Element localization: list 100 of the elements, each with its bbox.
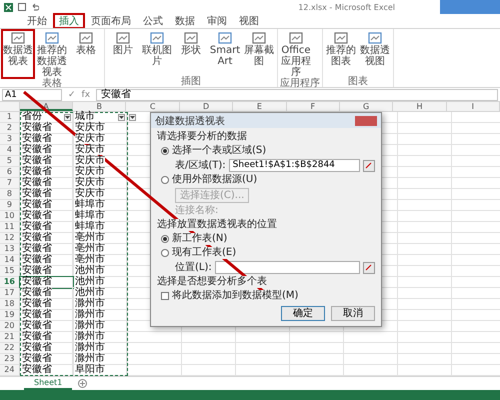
column-header[interactable]: B: [73, 102, 126, 111]
table-cell: 安徽省: [20, 255, 74, 266]
table-cell: 滁州市: [73, 343, 127, 354]
group-label: 图表: [347, 76, 369, 87]
table-cell: 省份: [20, 112, 74, 123]
column-header[interactable]: D: [180, 102, 234, 111]
table-cell: 滁州市: [73, 332, 127, 343]
table-cell: 滁州市: [73, 321, 127, 332]
ribbon-button[interactable]: 推荐的图表: [325, 30, 357, 76]
row-header[interactable]: 10: [0, 211, 20, 222]
table-cell: 安徽省: [20, 288, 74, 299]
table-cell: 安徽省: [20, 123, 74, 134]
table-cell: 安庆市: [73, 167, 127, 178]
ribbon-button[interactable]: 数据透视图: [359, 30, 391, 76]
table-cell: 滁州市: [73, 299, 127, 310]
table-cell: 安徽省: [20, 145, 74, 156]
column-header[interactable]: G: [340, 102, 394, 111]
row-header[interactable]: 14: [0, 255, 20, 266]
radio-label: 新工作表(N): [172, 233, 228, 245]
table-cell: 安徽省: [20, 332, 74, 343]
table-cell: 池州市: [73, 266, 127, 277]
row-header[interactable]: 4: [0, 145, 20, 156]
table-cell: 安徽省: [20, 310, 74, 321]
table-cell: 安徽省: [20, 200, 74, 211]
ribbon-button[interactable]: 推荐的数据透视表: [36, 30, 68, 78]
ribbon-button[interactable]: 图片: [107, 30, 139, 76]
table-cell: 安庆市: [73, 156, 127, 167]
sheet-tab[interactable]: Sheet1: [24, 377, 72, 390]
ribbon-button[interactable]: 表格: [70, 30, 102, 78]
field-label: 表/区域(T):: [175, 160, 226, 172]
table-cell: 安徽省: [20, 167, 74, 178]
row-header[interactable]: 19: [0, 310, 20, 321]
group-label: 应用程序: [280, 78, 320, 89]
name-box[interactable]: A1: [2, 88, 62, 100]
row-header[interactable]: 20: [0, 321, 20, 332]
table-cell: 池州市: [73, 288, 127, 299]
column-header[interactable]: E: [233, 102, 287, 111]
table-cell: 安徽省: [20, 354, 74, 365]
row-header[interactable]: 9: [0, 200, 20, 211]
field-label: 位置(L):: [175, 262, 212, 274]
row-header[interactable]: 17: [0, 288, 20, 299]
table-cell: 安徽省: [20, 156, 74, 167]
table-cell: 安徽省: [20, 233, 74, 244]
row-header[interactable]: 12: [0, 233, 20, 244]
ribbon-button[interactable]: 数据透视表: [2, 30, 34, 78]
table-cell: 安徽省: [20, 244, 74, 255]
insert-function-button[interactable]: fx: [82, 90, 90, 100]
table-cell: 亳州市: [73, 255, 127, 266]
radio-label: 使用外部数据源(U): [172, 174, 258, 186]
row-header[interactable]: 5: [0, 156, 20, 167]
confirm-button[interactable]: ✓: [68, 90, 76, 100]
row-header[interactable]: 18: [0, 299, 20, 310]
table-cell: 安徽省: [20, 343, 74, 354]
column-header[interactable]: C: [126, 102, 180, 111]
group-label: 插图: [180, 76, 202, 87]
column-header[interactable]: F: [286, 102, 340, 111]
ribbon-button[interactable]: Office应用程序: [280, 30, 312, 78]
ribbon-button[interactable]: 联机图片: [141, 30, 173, 76]
section-label: 选择放置数据透视表的位置: [157, 219, 277, 231]
row-header[interactable]: 13: [0, 244, 20, 255]
table-cell: 安徽省: [20, 189, 74, 200]
row-header[interactable]: 24: [0, 365, 20, 376]
row-header[interactable]: 22: [0, 343, 20, 354]
column-header[interactable]: I: [446, 102, 500, 111]
ok-button[interactable]: 确定: [281, 306, 325, 321]
ribbon-button[interactable]: 屏幕截图: [243, 30, 275, 76]
table-cell: 安徽省: [20, 134, 74, 145]
table-cell: 亳州市: [73, 244, 127, 255]
connection-name-label: 连接名称:: [174, 205, 220, 217]
table-cell: 安徽省: [20, 321, 74, 332]
row-header[interactable]: 21: [0, 332, 20, 343]
radio-label: 现有工作表(E): [172, 247, 236, 259]
row-header[interactable]: 2: [0, 123, 20, 134]
table-cell: 安徽省: [20, 277, 74, 288]
ribbon-tab[interactable]: 插入: [54, 14, 84, 28]
row-header[interactable]: 7: [0, 178, 20, 189]
radio-label: 选择一个表或区域(S): [172, 145, 266, 157]
row-header[interactable]: 6: [0, 167, 20, 178]
table-cell: 蚌埠市: [73, 222, 127, 233]
column-header[interactable]: H: [393, 102, 447, 111]
table-cell: 蚌埠市: [73, 211, 127, 222]
row-header[interactable]: 3: [0, 134, 20, 145]
row-header[interactable]: 23: [0, 354, 20, 365]
group-label: 表格: [41, 78, 63, 89]
row-header[interactable]: 1: [0, 112, 20, 123]
table-cell: 安徽省: [20, 365, 74, 376]
ribbon-button[interactable]: SmartArt: [209, 30, 241, 76]
row-header[interactable]: 15: [0, 266, 20, 277]
table-cell: 池州市: [73, 277, 127, 288]
table-cell: 安徽省: [20, 266, 74, 277]
row-header[interactable]: 11: [0, 222, 20, 233]
ribbon-button[interactable]: 形状: [175, 30, 207, 76]
table-cell: 安庆市: [73, 178, 127, 189]
table-cell: 滁州市: [73, 310, 127, 321]
section-label: 选择是否想要分析多个表: [157, 276, 267, 288]
cancel-button[interactable]: 取消: [331, 306, 375, 321]
row-header[interactable]: 8: [0, 189, 20, 200]
row-header[interactable]: 16: [0, 277, 20, 288]
range-field[interactable]: Sheet1!$A$1:$B$2844: [228, 159, 360, 172]
formula-input[interactable]: 安徽省: [96, 88, 498, 100]
